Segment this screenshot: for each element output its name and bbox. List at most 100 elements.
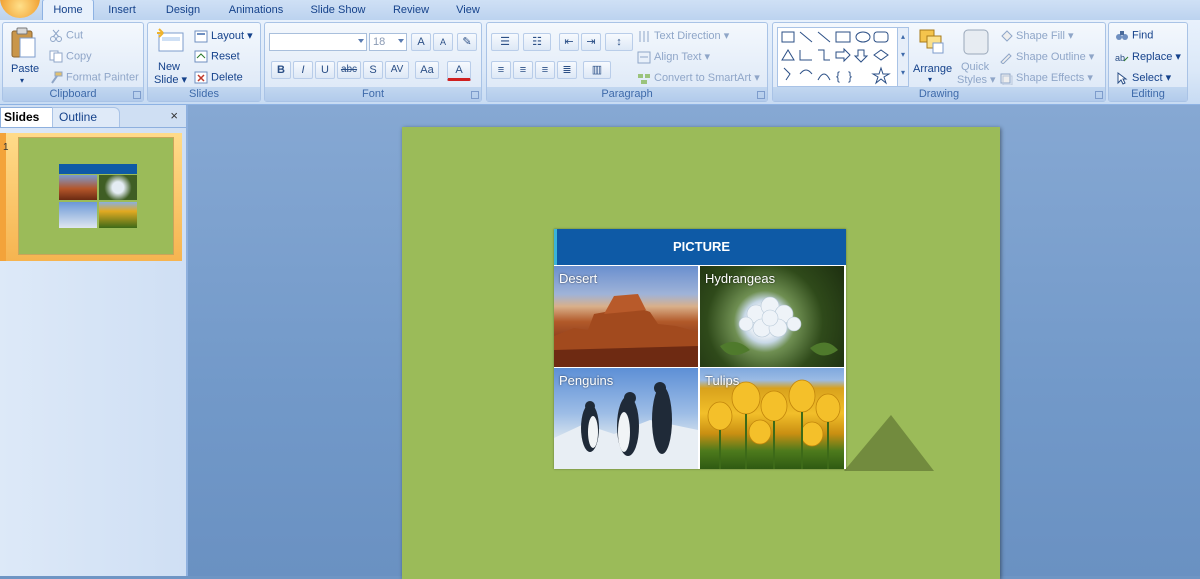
thumbnail-tulips	[99, 202, 137, 228]
align-left-button[interactable]: ≡	[491, 61, 513, 79]
change-case-button[interactable]: Aa	[415, 61, 441, 79]
shape-effects-icon	[999, 72, 1013, 86]
line-spacing-button[interactable]: ↕	[605, 33, 635, 51]
tab-outline[interactable]: Outline	[52, 107, 120, 127]
slide-thumbnail-selection[interactable]	[0, 133, 182, 261]
editing-group-label: Editing	[1109, 87, 1187, 101]
italic-button[interactable]: I	[293, 61, 315, 79]
bold-button[interactable]: B	[271, 61, 293, 79]
thumbnail-picture-table	[59, 164, 137, 228]
format-painter-button[interactable]: Format Painter	[49, 71, 139, 84]
cell-caption-penguins: Penguins	[559, 373, 614, 388]
new-slide-label-1[interactable]: New	[158, 61, 180, 73]
line-spacing-icon: ↕	[605, 33, 633, 51]
paragraph-group: ☰ ☷ ⇤ ⇥ ↕ Text Direction ▾ Align Text ▾ …	[486, 22, 768, 102]
text-direction-button[interactable]: Text Direction ▾	[637, 29, 729, 43]
copy-icon	[49, 50, 63, 63]
select-button[interactable]: Select ▾	[1115, 71, 1171, 85]
paste-button[interactable]: Paste	[11, 63, 39, 75]
close-icon[interactable]: ×	[170, 108, 178, 123]
numbering-icon: ☷	[523, 33, 551, 51]
layout-button[interactable]: Layout ▾	[194, 29, 253, 43]
paste-dropdown-icon[interactable]: ▾	[20, 76, 24, 85]
drawing-group-label: Drawing	[773, 87, 1105, 101]
tab-animations[interactable]: Animations	[222, 0, 290, 20]
shape-fill-label: Shape Fill	[1016, 30, 1065, 42]
shapes-scroll-icon[interactable]: ▴ ▾ ▾	[897, 27, 909, 87]
align-text-button[interactable]: Align Text ▾	[637, 50, 710, 64]
font-size-combo[interactable]: 18	[369, 33, 407, 51]
ribbon: Paste ▾ Cut Copy Format Painter Clipboar…	[0, 20, 1200, 105]
tab-slides[interactable]: Slides	[0, 107, 55, 127]
font-name-combo[interactable]	[269, 33, 367, 51]
italic-icon: I	[293, 61, 313, 79]
new-slide-button[interactable]: Slide ▾	[154, 73, 187, 86]
tab-review[interactable]: Review	[386, 0, 436, 20]
table-cell-desert[interactable]: Desert	[554, 266, 698, 367]
shape-fill-button[interactable]: Shape Fill ▾	[999, 29, 1074, 43]
quick-styles-button[interactable]: Styles ▾	[957, 73, 996, 86]
tab-design[interactable]: Design	[158, 0, 208, 20]
justify-button[interactable]: ≣	[557, 61, 579, 79]
underline-icon: U	[315, 61, 335, 79]
shrink-font-button[interactable]: A	[433, 33, 455, 51]
picture-table[interactable]: PICTURE Desert Hydrangeas Penguins Tulip…	[554, 229, 846, 469]
tab-slide-show[interactable]: Slide Show	[304, 0, 372, 20]
table-cell-penguins[interactable]: Penguins	[554, 368, 698, 469]
tab-insert[interactable]: Insert	[98, 0, 146, 20]
text-shadow-icon: S	[363, 61, 383, 79]
cut-label: Cut	[66, 29, 84, 42]
align-center-button[interactable]: ≡	[513, 61, 535, 79]
shape-effects-button[interactable]: Shape Effects ▾	[999, 71, 1093, 86]
find-button[interactable]: Find	[1115, 29, 1153, 42]
align-right-button[interactable]: ≡	[535, 61, 557, 79]
convert-smartart-button[interactable]: Convert to SmartArt ▾	[637, 71, 760, 85]
character-spacing-button[interactable]: AV	[385, 61, 411, 79]
replace-button[interactable]: ab Replace ▾	[1115, 50, 1181, 64]
office-button[interactable]	[0, 0, 40, 18]
decrease-indent-button[interactable]: ⇤	[559, 33, 581, 51]
shape-outline-button[interactable]: Shape Outline ▾	[999, 50, 1094, 65]
shape-outline-label: Shape Outline	[1016, 51, 1086, 63]
arrange-button[interactable]: Arrange	[913, 63, 952, 75]
tab-view[interactable]: View	[448, 0, 488, 20]
drawing-launcher-icon[interactable]	[1095, 91, 1103, 99]
strikethrough-button[interactable]: abc	[337, 61, 363, 79]
numbering-button[interactable]: ☷	[523, 33, 553, 51]
reset-button[interactable]: Reset	[194, 50, 240, 63]
quick-styles-label-2: Styles	[957, 74, 987, 86]
slides-group-label: Slides	[148, 87, 260, 101]
font-launcher-icon[interactable]	[471, 91, 479, 99]
clipboard-launcher-icon[interactable]	[133, 91, 141, 99]
slide[interactable]: PICTURE Desert Hydrangeas Penguins Tulip…	[402, 127, 1000, 579]
table-cell-hydrangeas[interactable]: Hydrangeas	[700, 266, 844, 367]
thumbnail-header	[59, 164, 137, 174]
arrange-dropdown-icon[interactable]: ▾	[928, 75, 932, 84]
paragraph-launcher-icon[interactable]	[757, 91, 765, 99]
copy-button[interactable]: Copy	[49, 50, 92, 63]
cut-button[interactable]: Cut	[49, 29, 83, 42]
table-cell-tulips[interactable]: Tulips	[700, 368, 844, 469]
bullets-button[interactable]: ☰	[491, 33, 521, 51]
thumbnail-hydrangeas	[99, 175, 137, 200]
quick-styles-label-1[interactable]: Quick	[961, 61, 989, 73]
tab-home[interactable]: Home	[42, 0, 94, 22]
cell-caption-desert: Desert	[559, 271, 598, 286]
delete-button[interactable]: Delete	[194, 71, 243, 84]
text-shadow-button[interactable]: S	[363, 61, 385, 79]
slide-editing-area: PICTURE Desert Hydrangeas Penguins Tulip…	[188, 105, 1200, 579]
table-shadow	[844, 415, 981, 471]
table-header[interactable]: PICTURE	[554, 229, 846, 265]
font-color-icon: A	[447, 61, 471, 81]
columns-button[interactable]: ▥	[583, 61, 613, 79]
align-left-icon: ≡	[491, 61, 511, 79]
shapes-gallery[interactable]: {}	[777, 27, 899, 87]
drawing-group: {} ▴ ▾ ▾ Arrange ▾ Quick Styles ▾ Shape Fi…	[772, 22, 1106, 102]
underline-button[interactable]: U	[315, 61, 337, 79]
increase-indent-button[interactable]: ⇥	[581, 33, 603, 51]
font-color-button[interactable]: A	[447, 61, 473, 81]
change-case-icon: Aa	[415, 61, 439, 79]
slide-thumbnail[interactable]	[18, 137, 174, 255]
grow-font-button[interactable]: A	[411, 33, 433, 51]
clear-formatting-button[interactable]: ✎	[457, 33, 479, 51]
